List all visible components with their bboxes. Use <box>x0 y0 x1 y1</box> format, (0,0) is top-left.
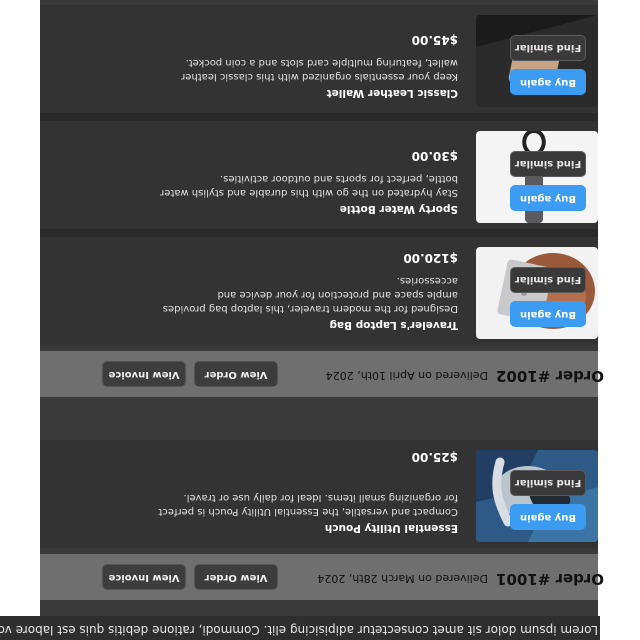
product-price: $25.00 <box>411 450 458 464</box>
view-invoice-button[interactable]: View Invoice <box>102 564 186 590</box>
buy-again-button[interactable]: Buy again <box>510 185 586 211</box>
order-title: Order #1001 <box>496 570 604 588</box>
product-name: Essential Utility Pouch <box>324 522 458 534</box>
buy-again-button[interactable]: Buy again <box>510 69 586 95</box>
orders-column: Lorem ipsum dolor sit amet consectetur a… <box>0 0 604 640</box>
find-similar-button[interactable]: Find similar <box>510 151 586 177</box>
product-price: $30.00 <box>411 149 458 163</box>
order-title: Order #1002 <box>496 367 604 385</box>
product-description: Stay hydrated on the go with this durabl… <box>160 173 458 198</box>
product-name: Classic Leather Wallet <box>326 87 458 99</box>
order-item-leather-wallet: Classic Leather Wallet Keep your essenti… <box>40 5 598 113</box>
order-header-1002: Order #1002 Delivered on April 10th, 202… <box>40 351 604 397</box>
product-description: Compact and versatile, the Essential Uti… <box>158 492 458 517</box>
order-item-laptop-bag: Traveler's Laptop Bag Designed for the m… <box>40 237 598 345</box>
order-gap <box>40 397 598 440</box>
product-description: Keep your essentials organized with this… <box>181 57 458 82</box>
view-invoice-button[interactable]: View Invoice <box>102 361 186 387</box>
find-similar-button[interactable]: Find similar <box>510 35 586 61</box>
product-description: Designed for the modern traveler, this l… <box>162 275 458 314</box>
view-order-button[interactable]: View Order <box>194 564 278 590</box>
find-similar-button[interactable]: Find similar <box>510 267 586 293</box>
product-name: Sporty Water Bottle <box>339 203 458 215</box>
order-delivery-date: Delivered on March 28th, 2024 <box>317 572 488 585</box>
product-name: Traveler's Laptop Bag <box>329 319 458 331</box>
item-divider <box>40 113 598 121</box>
intro-text: Lorem ipsum dolor sit amet consectetur a… <box>0 616 600 640</box>
buy-again-button[interactable]: Buy again <box>510 504 586 530</box>
buy-again-button[interactable]: Buy again <box>510 301 586 327</box>
order-item-utility-pouch: Essential Utility Pouch Compact and vers… <box>40 440 598 548</box>
order-delivery-date: Delivered on April 10th, 2024 <box>325 369 488 382</box>
order-header-1001: Order #1001 Delivered on March 28th, 202… <box>40 554 604 600</box>
order-history-page: Lorem ipsum dolor sit amet consectetur a… <box>0 0 640 640</box>
item-divider <box>40 229 598 237</box>
product-price: $120.00 <box>403 251 458 265</box>
find-similar-button[interactable]: Find similar <box>510 470 586 496</box>
product-price: $45.00 <box>411 33 458 47</box>
order-item-water-bottle: Sporty Water Bottle Stay hydrated on the… <box>40 121 598 229</box>
view-order-button[interactable]: View Order <box>194 361 278 387</box>
